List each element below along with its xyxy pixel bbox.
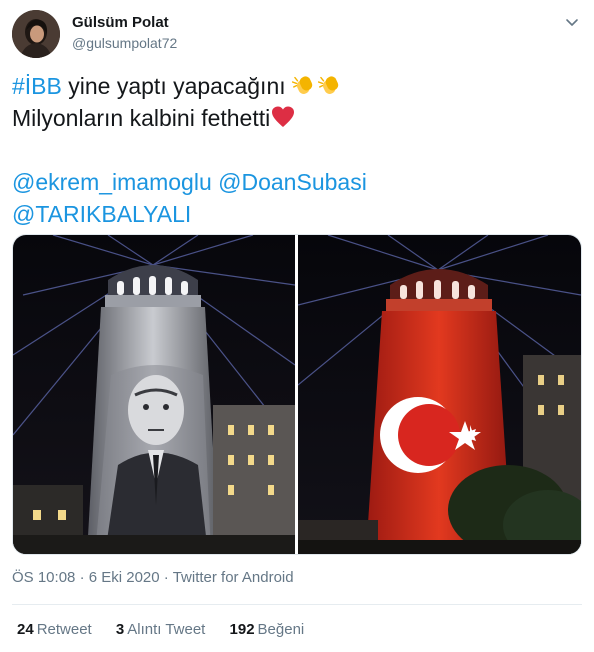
tweet-card: Gülsüm Polat @gulsumpolat72 #İBB yine ya… (0, 0, 594, 652)
tweet-text-segment: yine yaptı yapacağını (61, 73, 293, 99)
tweet-text-segment: Milyonların kalbini fethetti (12, 105, 271, 131)
likes-stat[interactable]: 192 Beğeni (230, 621, 305, 638)
tweet-body: #İBB yine yaptı yapacağını Milyonların k… (12, 70, 582, 230)
likes-label: Beğeni (257, 621, 305, 638)
avatar[interactable] (12, 10, 60, 58)
tweet-meta: ÖS 10:08 · 6 Eki 2020 · Twitter for Andr… (12, 569, 294, 586)
meta-separator: · (163, 569, 169, 586)
tweet-stats: 24 Retweet 3 Alıntı Tweet 192 Beğeni (17, 621, 324, 638)
tweet-line-1: #İBB yine yaptı yapacağını (12, 70, 582, 102)
tweet-line-2: Milyonların kalbini fethetti (12, 102, 582, 134)
meta-separator: · (79, 569, 85, 586)
tweet-line-4: @TARIKBALYALI (12, 198, 582, 230)
hashtag-link[interactable]: #İBB (12, 73, 62, 99)
tweet-time[interactable]: ÖS 10:08 (12, 569, 75, 586)
clapping-hands-icon (291, 72, 318, 98)
tweet-source-link[interactable]: Twitter for Android (173, 569, 294, 586)
mention-link-doansubasi[interactable]: @DoanSubasi (218, 169, 367, 195)
retweets-label: Retweet (36, 621, 92, 638)
tweet-date[interactable]: 6 Eki 2020 (89, 569, 160, 586)
retweets-stat[interactable]: 24 Retweet (17, 621, 92, 638)
red-heart-icon (270, 104, 296, 130)
retweets-count: 24 (17, 621, 34, 638)
clapping-hands-icon (317, 72, 344, 98)
quote-tweets-count: 3 (115, 621, 125, 638)
divider (12, 604, 582, 605)
avatar-photo (12, 10, 60, 58)
user-handle[interactable]: @gulsumpolat72 (72, 35, 177, 51)
likes-count: 192 (229, 621, 255, 638)
more-options-chevron-icon[interactable] (563, 13, 581, 31)
mention-link-ekrem-imamoglu[interactable]: @ekrem_imamoglu (12, 169, 212, 195)
media-grid (12, 234, 582, 555)
user-display-name[interactable]: Gülsüm Polat (72, 14, 169, 31)
tweet-line-3: @ekrem_imamoglu @DoanSubasi (12, 166, 582, 198)
quote-tweets-label: Alıntı Tweet (127, 621, 206, 638)
media-photo-flag-projection[interactable] (298, 235, 581, 554)
mention-link-tarikbalyali[interactable]: @TARIKBALYALI (12, 201, 191, 227)
quote-tweets-stat[interactable]: 3 Alıntı Tweet (116, 621, 205, 638)
media-photo-portrait-projection[interactable] (13, 235, 295, 554)
